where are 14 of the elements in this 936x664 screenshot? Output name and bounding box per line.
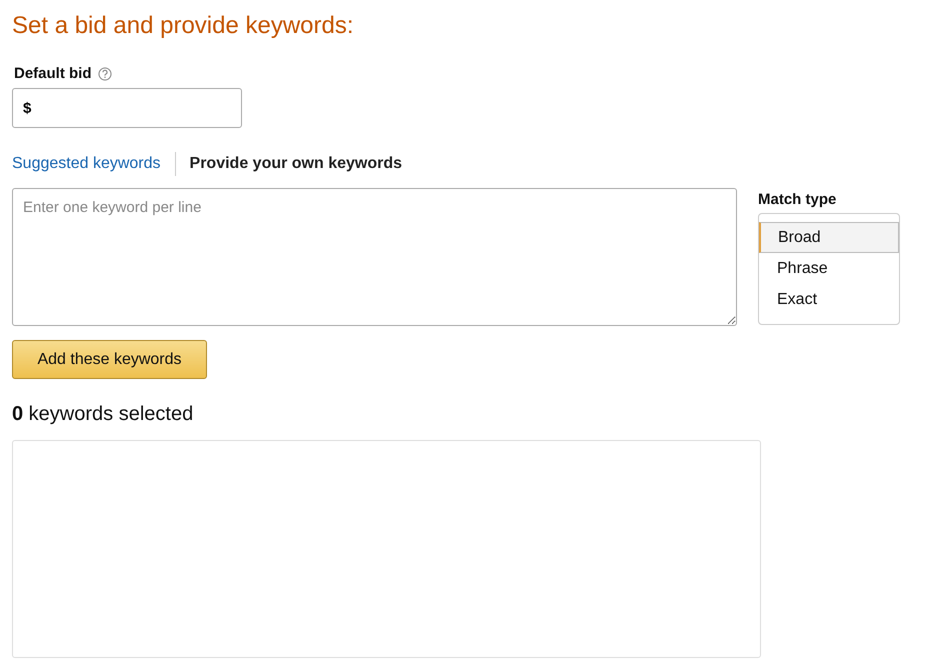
keywords-selected-count: 0 keywords selected <box>12 403 194 427</box>
match-type-option[interactable]: Phrase <box>759 253 899 284</box>
keywords-textarea[interactable]: Enter one keyword per line <box>12 188 737 326</box>
help-icon[interactable] <box>98 66 112 80</box>
field-label: Default bid <box>14 65 92 82</box>
match-type-label: Match type <box>758 191 838 208</box>
page-heading: Set a bid and provide keywords: <box>12 11 355 41</box>
match-type-option[interactable]: Broad <box>759 222 899 253</box>
add-keywords-button[interactable]: Add these keywords <box>12 340 207 379</box>
match-type-option[interactable]: Exact <box>759 284 899 315</box>
tab[interactable]: Provide your own keywords <box>190 155 402 173</box>
bid-input[interactable]: $ <box>12 88 242 128</box>
match-type-list[interactable]: Broad Phrase Exact <box>758 213 900 325</box>
tab[interactable]: Suggested keywords <box>12 155 161 173</box>
